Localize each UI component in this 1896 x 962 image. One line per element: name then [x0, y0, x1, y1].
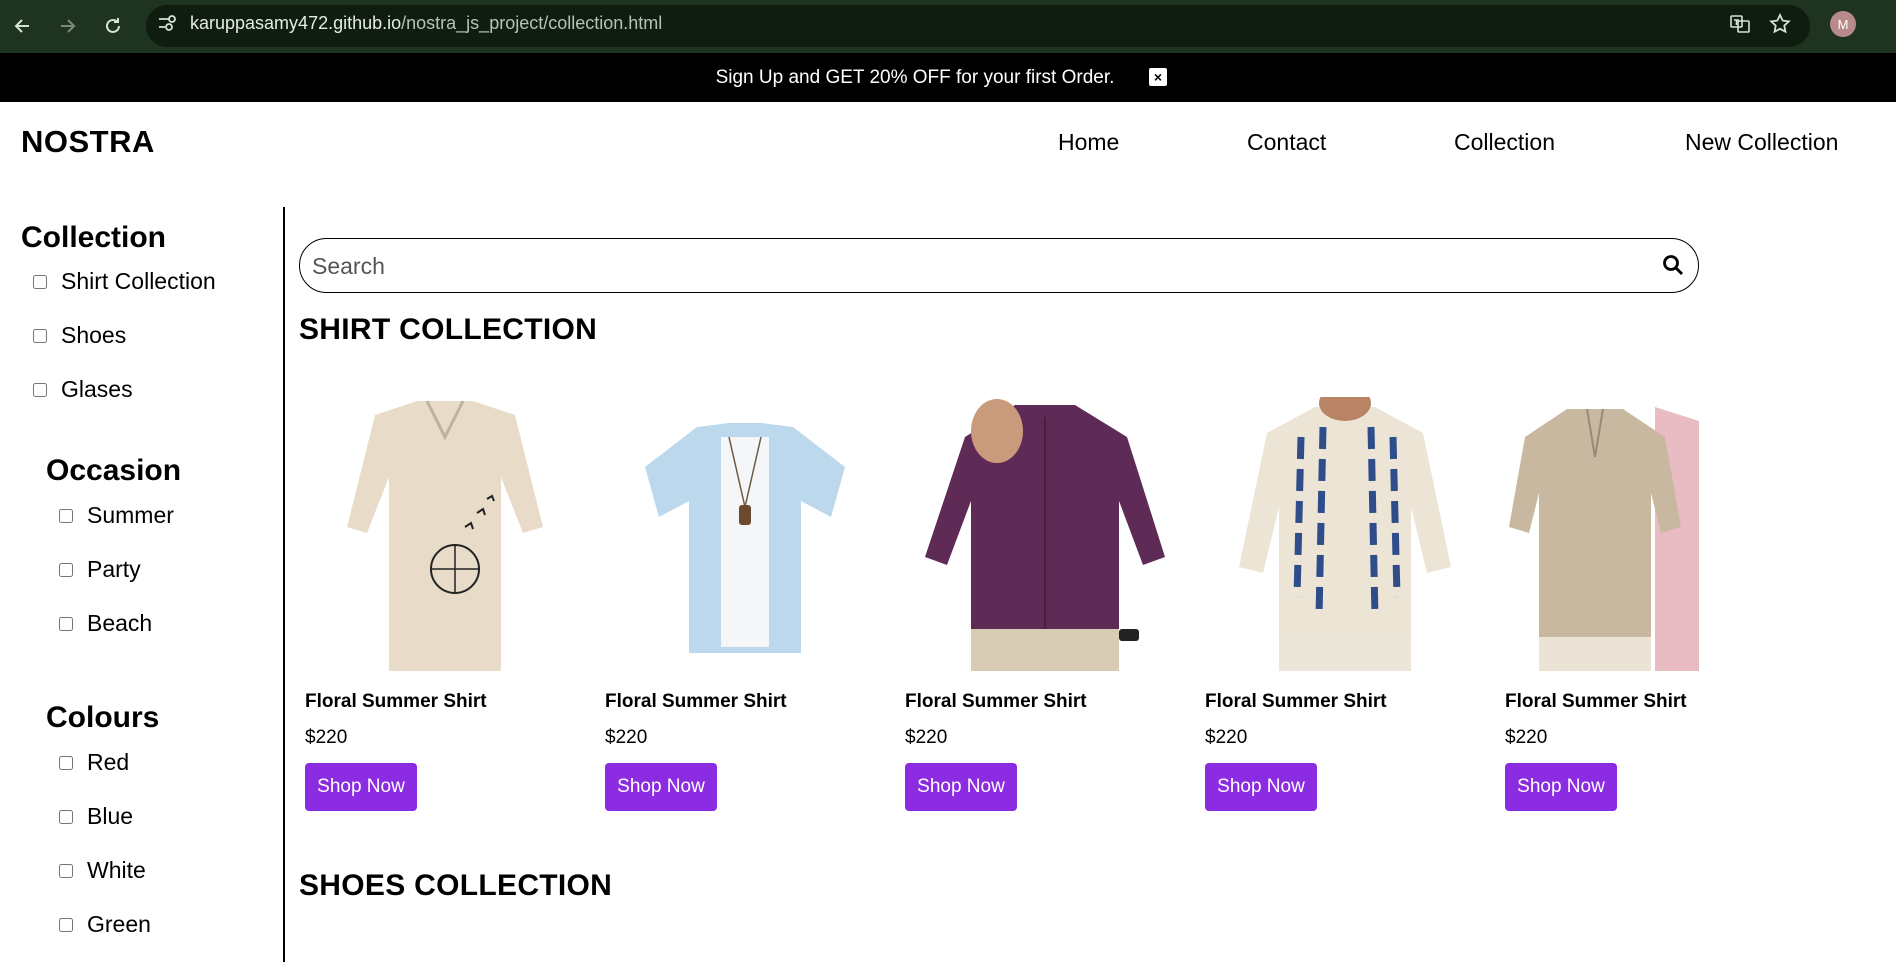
nav-link-collection[interactable]: Collection	[1454, 129, 1555, 156]
filter-option-shoes[interactable]: Shoes	[33, 322, 126, 349]
section-title-shirt-collection: SHIRT COLLECTION	[299, 313, 598, 346]
promo-text: Sign Up and GET 20% OFF for your first O…	[715, 67, 1115, 88]
filter-option-white[interactable]: White	[59, 857, 146, 884]
product-image[interactable]	[1505, 397, 1699, 671]
checkbox[interactable]	[59, 755, 73, 770]
back-icon[interactable]	[6, 9, 40, 43]
checkbox[interactable]	[59, 863, 73, 878]
shop-now-button[interactable]: Shop Now	[605, 763, 717, 811]
reload-icon[interactable]	[96, 9, 130, 43]
checkbox[interactable]	[33, 328, 47, 343]
product-price: $220	[1205, 727, 1248, 748]
filter-option-shirt-collection[interactable]: Shirt Collection	[33, 268, 216, 295]
filter-option-green[interactable]: Green	[59, 911, 151, 938]
filter-option-label: Glases	[61, 376, 133, 402]
product-price: $220	[605, 727, 648, 748]
section-title-shoes-collection: SHOES COLLECTION	[299, 869, 613, 902]
filter-option-blue[interactable]: Blue	[59, 803, 133, 830]
sidebar-divider	[283, 207, 285, 962]
product-image[interactable]	[305, 397, 585, 671]
product-price: $220	[305, 727, 348, 748]
filter-heading-collection: Collection	[21, 221, 167, 254]
filter-option-label: Summer	[87, 502, 174, 528]
forward-icon[interactable]	[50, 9, 84, 43]
filter-option-summer[interactable]: Summer	[59, 502, 174, 529]
checkbox[interactable]	[59, 809, 73, 824]
promo-banner: Sign Up and GET 20% OFF for your first O…	[0, 53, 1896, 102]
product-price: $220	[905, 727, 948, 748]
shop-now-button[interactable]: Shop Now	[905, 763, 1017, 811]
product-name: Floral Summer Shirt	[905, 691, 1087, 712]
translate-icon[interactable]	[1728, 12, 1752, 36]
filter-option-label: White	[87, 857, 146, 883]
shop-now-button[interactable]: Shop Now	[305, 763, 417, 811]
filter-heading-occasion: Occasion	[46, 454, 182, 487]
filter-option-label: Green	[87, 911, 151, 937]
filter-option-party[interactable]: Party	[59, 556, 141, 583]
product-price: $220	[1505, 727, 1548, 748]
checkbox[interactable]	[33, 274, 47, 289]
filter-option-label: Beach	[87, 610, 153, 636]
product-name: Floral Summer Shirt	[305, 691, 487, 712]
filter-option-label: Party	[87, 556, 141, 582]
product-image[interactable]	[1205, 397, 1485, 671]
checkbox[interactable]	[33, 382, 47, 397]
shop-now-button[interactable]: Shop Now	[1205, 763, 1317, 811]
product-image[interactable]	[605, 397, 885, 671]
url-host: karuppasamy472.github.io	[190, 13, 402, 33]
filter-option-label: Blue	[87, 803, 134, 829]
site-logo[interactable]: NOSTRA	[21, 124, 155, 160]
filter-heading-colours: Colours	[46, 701, 160, 734]
url-text[interactable]: karuppasamy472.github.io/nostra_js_proje…	[190, 13, 662, 34]
search-input[interactable]	[312, 251, 1612, 281]
filter-option-label: Shirt Collection	[61, 268, 216, 294]
product-name: Floral Summer Shirt	[605, 691, 787, 712]
filter-option-beach[interactable]: Beach	[59, 610, 152, 637]
filter-option-glases[interactable]: Glases	[33, 376, 133, 403]
url-path: /nostra_js_project/collection.html	[401, 13, 663, 33]
filter-option-red[interactable]: Red	[59, 749, 129, 776]
nav-link-home[interactable]: Home	[1058, 129, 1119, 156]
shop-now-button[interactable]: Shop Now	[1505, 763, 1617, 811]
search-icon[interactable]	[1661, 253, 1685, 277]
checkbox[interactable]	[59, 562, 73, 577]
bookmark-star-icon[interactable]	[1768, 12, 1792, 36]
filter-option-label: Red	[87, 749, 130, 775]
close-promo-button[interactable]: ×	[1149, 68, 1167, 86]
product-name: Floral Summer Shirt	[1505, 691, 1687, 712]
product-image[interactable]	[905, 397, 1185, 671]
profile-avatar[interactable]: M	[1830, 11, 1856, 37]
checkbox[interactable]	[59, 508, 73, 523]
site-info-icon[interactable]	[156, 12, 178, 34]
product-name: Floral Summer Shirt	[1205, 691, 1387, 712]
checkbox[interactable]	[59, 616, 73, 631]
checkbox[interactable]	[59, 917, 73, 932]
nav-link-new-collection[interactable]: New Collection	[1685, 129, 1838, 156]
search-bar	[299, 238, 1699, 293]
nav-link-contact[interactable]: Contact	[1247, 129, 1326, 156]
filter-option-label: Shoes	[61, 322, 127, 348]
browser-toolbar: karuppasamy472.github.io/nostra_js_proje…	[0, 0, 1896, 53]
